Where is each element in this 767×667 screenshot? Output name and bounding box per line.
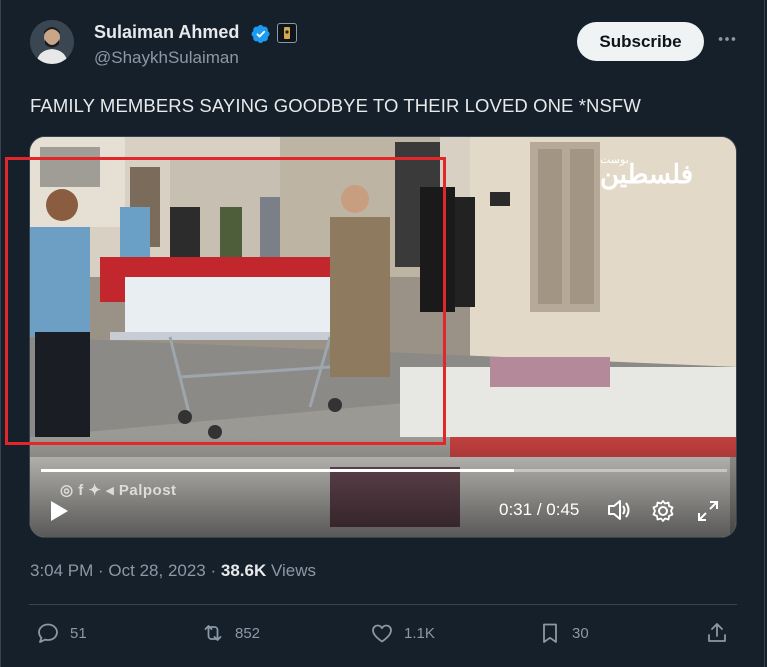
more-horizontal-icon[interactable] [716,28,738,50]
repost-count: 852 [235,624,261,642]
verified-badge-icon [251,25,270,43]
progress-bar[interactable] [41,469,727,472]
fullscreen-icon[interactable] [695,498,721,524]
time-current: 0:31 [499,500,533,519]
progress-fill [41,469,515,472]
like-count: 1.1K [404,624,435,642]
repost-icon [204,625,222,641]
bookmark-count: 30 [572,624,589,642]
like-button[interactable]: 1.1K [370,621,435,645]
author-display-name[interactable]: Sulaiman Ahmed [94,22,239,43]
time-separator: / [532,500,547,519]
author-handle[interactable]: @ShaykhSulaiman [94,48,239,68]
play-icon[interactable] [48,499,70,523]
heart-icon [372,624,392,643]
subscribe-button[interactable]: Subscribe [577,22,704,61]
views-count: 38.6K [220,561,267,580]
meta-separator: · [93,561,109,580]
red-highlight-box [5,157,446,445]
watermark-bottom: ◎ f ✦ ◂ Palpost [60,481,177,499]
share-icon [708,623,726,642]
bookmark-button[interactable]: 30 [538,621,589,645]
volume-icon[interactable] [606,497,632,523]
views-label: Views [266,561,317,580]
post-text: FAMILY MEMBERS SAYING GOODBYE TO THEIR L… [30,95,641,116]
post-meta: 3:04 PM · Oct 28, 2023 · 38.6K Views [30,561,316,581]
meta-separator: · [205,561,221,580]
bookmark-icon [543,623,557,643]
watermark-logo: فلسطين [600,159,694,189]
time-total: 0:45 [546,500,580,519]
avatar[interactable] [30,20,74,64]
post-date[interactable]: Oct 28, 2023 [108,561,205,580]
reply-icon [38,623,58,643]
post-time[interactable]: 3:04 PM [30,561,93,580]
reply-button[interactable]: 51 [36,621,87,645]
divider [29,604,737,605]
social-icons: ◎ f ✦ ◂ [60,482,119,499]
time-readout: 0:31 / 0:45 [499,500,579,520]
watermark-bottom-text: Palpost [118,482,177,499]
reply-count: 51 [70,624,87,642]
settings-gear-icon[interactable] [650,498,676,524]
share-button[interactable] [705,621,739,645]
affiliation-badge-icon[interactable] [277,23,297,43]
repost-button[interactable]: 852 [201,621,260,645]
